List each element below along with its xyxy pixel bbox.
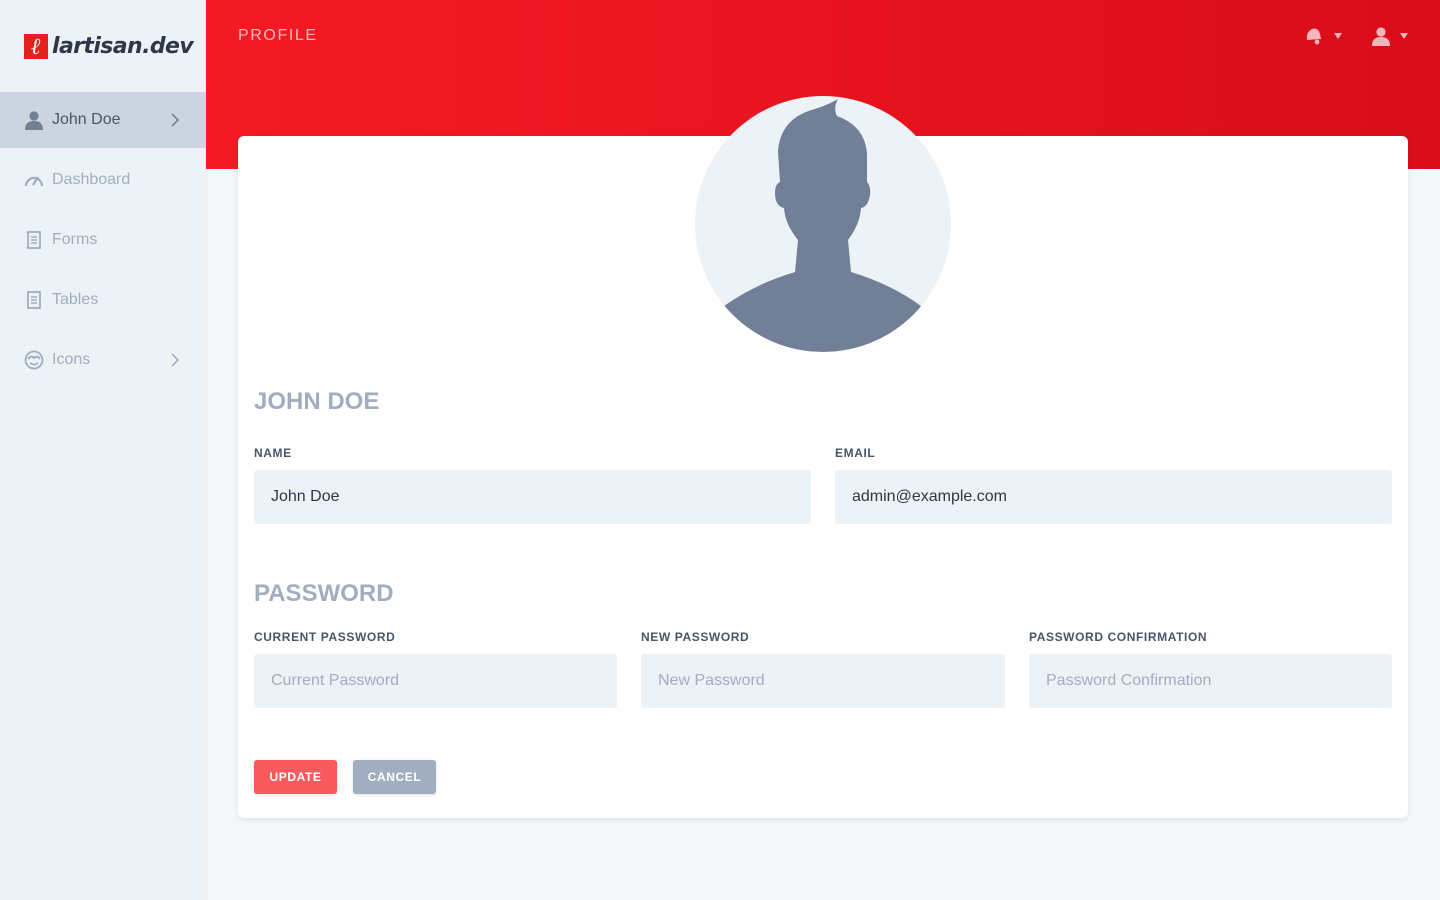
chevron-right-icon — [171, 353, 180, 367]
profile-name-heading: JOHN DOE — [254, 388, 380, 415]
sidebar-item-label: John Doe — [52, 111, 121, 128]
current-password-label: CURRENT PASSWORD — [254, 630, 396, 644]
user-menu-button[interactable] — [1372, 24, 1408, 48]
sidebar-item-label: Dashboard — [52, 171, 131, 188]
page-title: PROFILE — [238, 27, 318, 44]
logo-mark: ℓ — [24, 33, 48, 59]
password-confirmation-input[interactable] — [1029, 654, 1392, 708]
caret-down-icon — [1334, 33, 1342, 39]
sidebar-item-dashboard[interactable]: Dashboard — [0, 152, 206, 208]
sidebar-item-tables[interactable]: Tables — [0, 272, 206, 328]
sidebar-item-icons[interactable]: Icons — [0, 332, 206, 388]
email-label: EMAIL — [835, 446, 876, 460]
new-password-label: NEW PASSWORD — [641, 630, 750, 644]
password-heading: PASSWORD — [254, 580, 394, 607]
cancel-button[interactable]: CANCEL — [353, 760, 436, 794]
emoji-icon — [24, 350, 44, 370]
sidebar-item-forms[interactable]: Forms — [0, 212, 206, 268]
sidebar-item-label: Forms — [52, 231, 98, 248]
notifications-button[interactable] — [1304, 24, 1342, 48]
sidebar-item-label: Tables — [52, 291, 99, 308]
logo-text: lartisan.dev — [52, 33, 194, 59]
notification-bell-icon — [1306, 28, 1321, 45]
avatar-silhouette-icon — [724, 99, 921, 352]
caret-down-icon — [1400, 33, 1408, 39]
current-password-input[interactable] — [254, 654, 617, 708]
sidebar-item-profile[interactable]: John Doe — [0, 92, 206, 148]
password-confirmation-label: PASSWORD CONFIRMATION — [1029, 630, 1208, 644]
name-label: NAME — [254, 446, 292, 460]
document-icon — [24, 230, 44, 250]
email-input[interactable] — [835, 470, 1392, 524]
speedometer-icon — [24, 170, 44, 190]
user-icon — [1372, 27, 1390, 46]
new-password-input[interactable] — [641, 654, 1005, 708]
sidebar-item-label: Icons — [52, 351, 91, 368]
avatar[interactable] — [695, 96, 951, 352]
user-icon — [24, 110, 44, 130]
sidebar: ℓ lartisan.dev John Doe Dashboard Forms … — [0, 0, 206, 900]
logo[interactable]: ℓ lartisan.dev — [0, 0, 206, 92]
name-input[interactable] — [254, 470, 811, 524]
document-icon — [24, 290, 44, 310]
chevron-right-icon — [171, 113, 180, 127]
update-button[interactable]: UPDATE — [254, 760, 337, 794]
